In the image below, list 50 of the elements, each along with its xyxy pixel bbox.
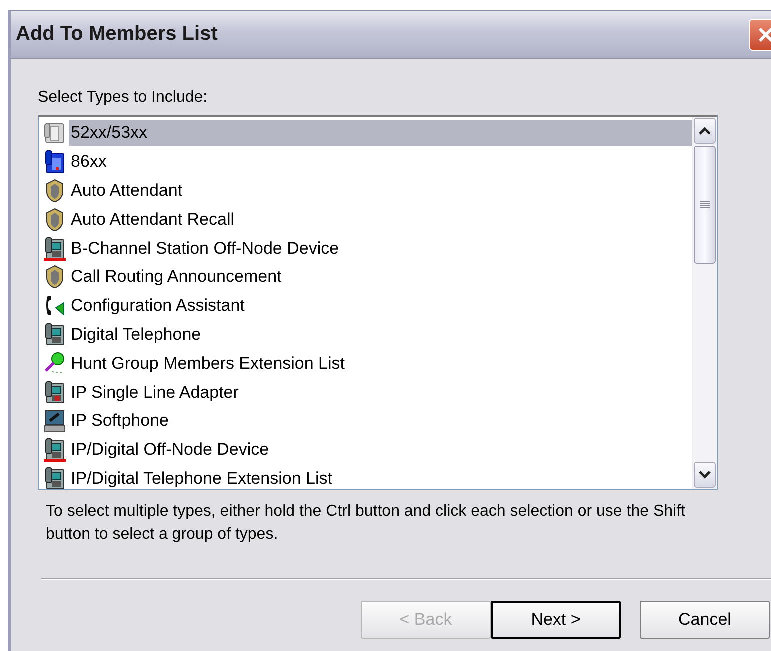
phone-icon (44, 322, 66, 347)
shield-icon (44, 208, 66, 232)
chevron-up-icon (699, 127, 711, 135)
type-label: IP/Digital Telephone Extension List (70, 468, 334, 489)
shield-icon (44, 265, 66, 290)
type-item[interactable]: Auto Attendant (44, 176, 692, 206)
type-item[interactable]: Call Routing Announcement (44, 262, 692, 292)
type-label: Auto Attendant Recall (70, 208, 236, 231)
type-label: Configuration Assistant (70, 295, 246, 318)
scroll-thumb[interactable] (694, 146, 716, 264)
type-item[interactable]: IP/Digital Off-Node Device (44, 436, 692, 465)
phone-icon (44, 438, 66, 462)
handset-icon (44, 294, 66, 318)
phone-icon (44, 466, 66, 489)
type-item[interactable]: B-Channel Station Off-Node Device (44, 234, 692, 263)
phone-icon (44, 380, 66, 405)
list-label: Select Types to Include: (38, 89, 209, 108)
type-label: Call Routing Announcement (70, 266, 283, 288)
type-list[interactable] (38, 115, 718, 490)
type-item[interactable]: 86xx (44, 148, 692, 177)
type-label: B-Channel Station Off-Node Device (70, 238, 340, 260)
type-item[interactable]: Auto Attendant Recall (44, 205, 692, 234)
pin-icon (44, 352, 66, 376)
dialog-button[interactable]: Next > (491, 601, 621, 639)
chevron-down-icon (699, 471, 711, 479)
type-item[interactable]: Digital Telephone (44, 320, 692, 350)
monitor-icon (44, 409, 66, 434)
type-item[interactable]: IP/Digital Telephone Extension List (44, 464, 692, 489)
scrollbar[interactable] (692, 117, 717, 489)
grip-icon (700, 201, 710, 209)
scroll-up-button[interactable] (694, 118, 716, 144)
phone-icon (44, 121, 66, 146)
type-label: IP Single Line Adapter (70, 382, 240, 404)
type-item[interactable]: IP Softphone (44, 406, 692, 436)
phone-icon (44, 236, 66, 261)
dialog-button[interactable]: Cancel (640, 601, 770, 639)
shield-icon (44, 178, 66, 203)
type-label: 86xx (70, 151, 108, 174)
type-label: Digital Telephone (70, 324, 202, 346)
phone-icon (44, 150, 66, 174)
type-item[interactable]: Configuration Assistant (44, 292, 692, 321)
type-item[interactable]: Hunt Group Members Extension List (44, 349, 692, 378)
help-text: To select multiple types, either hold the Ctrl button and click each selection or use the Shift button to select a group of types. (46, 502, 686, 545)
scroll-down-button[interactable] (694, 462, 716, 488)
type-label: IP/Digital Off-Node Device (70, 439, 270, 462)
type-label: Auto Attendant (70, 180, 184, 202)
type-label: IP Softphone (70, 410, 170, 432)
type-label: Hunt Group Members Extension List (70, 352, 346, 375)
type-item[interactable]: IP Single Line Adapter (44, 378, 692, 407)
window-title: Add To Members List (16, 23, 218, 46)
